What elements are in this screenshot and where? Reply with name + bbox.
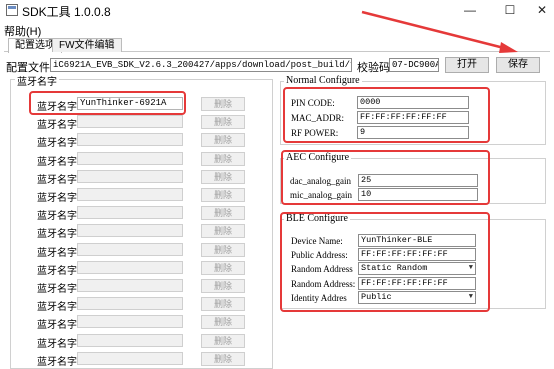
annotation-arrow <box>361 10 518 53</box>
arrow-line <box>361 10 509 51</box>
arrow-head <box>499 42 518 53</box>
